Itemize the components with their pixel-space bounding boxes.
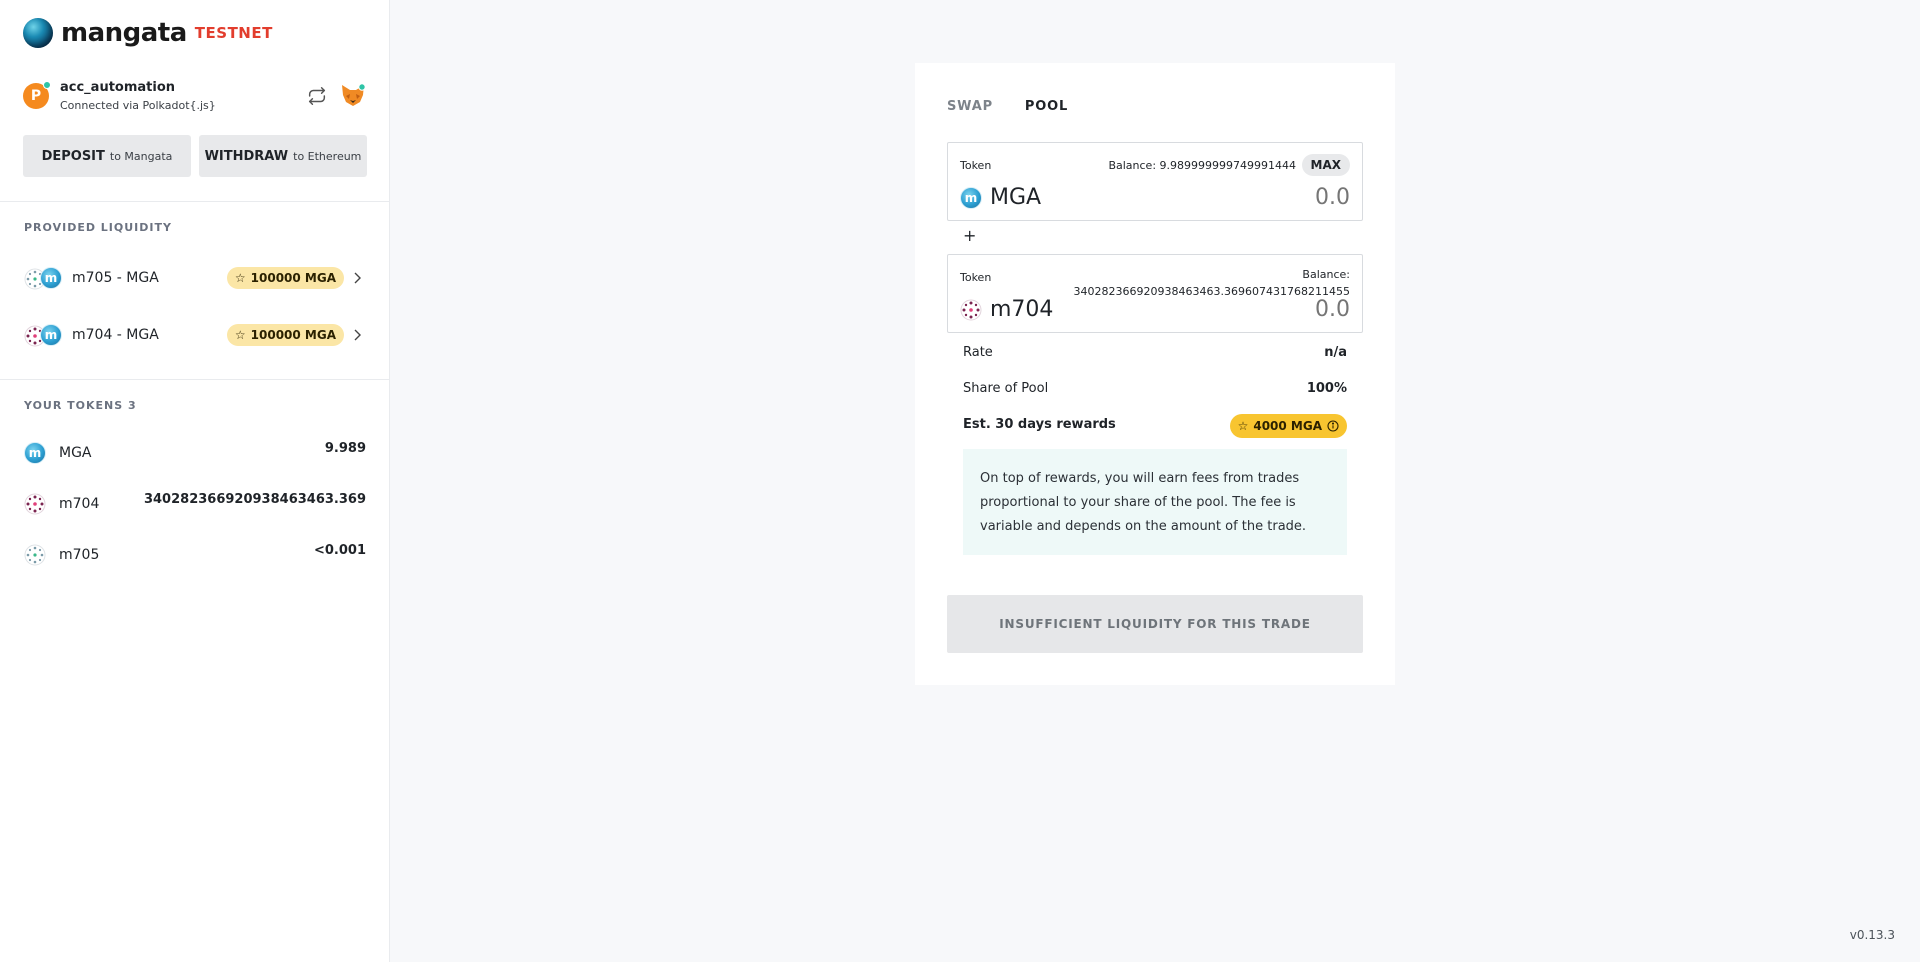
rewards-badge: ☆ 100000 MGA xyxy=(226,267,344,289)
first-token-symbol: MGA xyxy=(990,185,1042,210)
insufficient-liquidity-button[interactable]: INSUFFICIENT LIQUIDITY FOR THIS TRADE xyxy=(947,595,1363,653)
m704-token-icon xyxy=(960,299,982,320)
token-label: Token xyxy=(960,159,992,172)
token-symbol: m704 xyxy=(59,496,100,512)
m705-token-icon xyxy=(24,544,46,566)
rewards-badge: ☆ 100000 MGA xyxy=(226,324,344,346)
liquidity-item[interactable]: m m704 - MGA ☆ 100000 MGA xyxy=(24,319,364,351)
chevron-right-icon xyxy=(354,272,361,284)
token-label: Token xyxy=(960,271,992,284)
first-token-balance: Balance: 9.989999999749991444 xyxy=(1108,159,1296,172)
mga-token-icon: m xyxy=(24,442,46,464)
first-token-input: Token Balance: 9.989999999749991444 MAX … xyxy=(947,142,1363,221)
token-list-item[interactable]: m MGA 9.989 xyxy=(24,439,366,467)
plus-icon: + xyxy=(963,226,977,245)
mga-token-icon: m xyxy=(40,267,62,289)
second-token-symbol: m704 xyxy=(990,297,1054,322)
deposit-button[interactable]: DEPOSIT to Mangata xyxy=(23,135,191,177)
token-balance: 340282366920938463463.369 xyxy=(143,492,366,507)
account-name: acc_automation xyxy=(60,80,176,95)
second-token-selector[interactable]: m704 xyxy=(960,297,1053,322)
star-icon: ☆ xyxy=(234,271,246,285)
pair-icons: m xyxy=(24,324,64,347)
first-token-amount-input[interactable] xyxy=(1270,185,1350,210)
token-balance: <0.001 xyxy=(313,543,366,558)
withdraw-label: WITHDRAW xyxy=(204,148,289,164)
token-symbol: MGA xyxy=(59,445,92,461)
chevron-right-icon xyxy=(354,329,361,341)
app-version: v0.13.3 xyxy=(1849,928,1895,942)
share-row: Share of Pool 100% xyxy=(963,381,1347,401)
your-tokens-title: YOUR TOKENS 3 xyxy=(24,399,137,412)
divider xyxy=(0,201,390,202)
star-icon: ☆ xyxy=(234,328,246,342)
rewards-value: 4000 MGA xyxy=(1253,419,1322,433)
deposit-withdraw-row: DEPOSIT to Mangata WITHDRAW to Ethereum xyxy=(23,135,367,177)
pair-icons: m xyxy=(24,267,64,290)
rewards-label: Est. 30 days rewards xyxy=(963,417,1116,432)
share-value: 100% xyxy=(1306,381,1347,396)
tab-swap[interactable]: SWAP xyxy=(947,99,993,114)
rewards-value: 100000 MGA xyxy=(250,271,336,285)
second-token-balance: Balance: 340282366920938463463.369607431… xyxy=(1074,266,1350,300)
tab-pool[interactable]: POOL xyxy=(1025,99,1068,114)
swap-pool-tabs: SWAP POOL xyxy=(947,99,1068,114)
withdraw-sub: to Ethereum xyxy=(293,149,362,163)
token-list-item[interactable]: m704 340282366920938463463.369 xyxy=(24,490,366,518)
max-button[interactable]: MAX xyxy=(1301,154,1350,176)
balance-label: Balance: xyxy=(1302,268,1350,281)
token-list-item[interactable]: m705 <0.001 xyxy=(24,541,366,569)
token-symbol: m705 xyxy=(59,547,100,563)
brand-name: mangata xyxy=(61,18,187,48)
token-balance: 9.989 xyxy=(324,441,366,456)
fees-note: On top of rewards, you will earn fees fr… xyxy=(963,449,1347,555)
info-icon[interactable] xyxy=(1327,420,1339,432)
mga-token-icon: m xyxy=(960,186,982,209)
liquidity-pair-name: m704 - MGA xyxy=(72,327,159,343)
mangata-logo-icon xyxy=(23,18,53,48)
star-icon: ☆ xyxy=(1237,419,1249,433)
deposit-sub: to Mangata xyxy=(109,149,173,163)
connected-dot-icon xyxy=(43,81,51,89)
rewards-badge: ☆ 4000 MGA xyxy=(1229,414,1347,438)
share-label: Share of Pool xyxy=(963,381,1049,396)
m704-token-icon xyxy=(24,493,46,515)
rewards-row: Est. 30 days rewards ☆ 4000 MGA xyxy=(963,414,1347,438)
rate-value: n/a xyxy=(1324,345,1347,360)
switch-account-icon[interactable] xyxy=(306,85,328,107)
liquidity-item[interactable]: m m705 - MGA ☆ 100000 MGA xyxy=(24,262,364,294)
metamask-fox-icon[interactable] xyxy=(340,82,366,108)
testnet-badge: TESTNET xyxy=(194,24,273,42)
rate-label: Rate xyxy=(963,345,993,360)
second-token-amount-input[interactable] xyxy=(1270,297,1350,322)
divider xyxy=(0,379,390,380)
rate-row: Rate n/a xyxy=(963,345,1347,365)
provided-liquidity-title: PROVIDED LIQUIDITY xyxy=(24,221,172,234)
deposit-label: DEPOSIT xyxy=(41,148,105,164)
withdraw-button[interactable]: WITHDRAW to Ethereum xyxy=(199,135,367,177)
rewards-value: 100000 MGA xyxy=(250,328,336,342)
pool-card: SWAP POOL Token Balance: 9.9899999997499… xyxy=(915,63,1395,685)
first-token-selector[interactable]: m MGA xyxy=(960,185,1041,210)
mga-token-icon: m xyxy=(40,324,62,346)
liquidity-pair-name: m705 - MGA xyxy=(72,270,159,286)
account-connection: Connected via Polkadot{.js} xyxy=(60,99,216,112)
account-panel: P acc_automation Connected via Polkadot{… xyxy=(23,80,367,116)
second-token-input: Token Balance: 340282366920938463463.369… xyxy=(947,254,1363,333)
logo[interactable]: mangata TESTNET xyxy=(23,17,273,49)
sidebar: mangata TESTNET P acc_automation Connect… xyxy=(0,0,390,962)
